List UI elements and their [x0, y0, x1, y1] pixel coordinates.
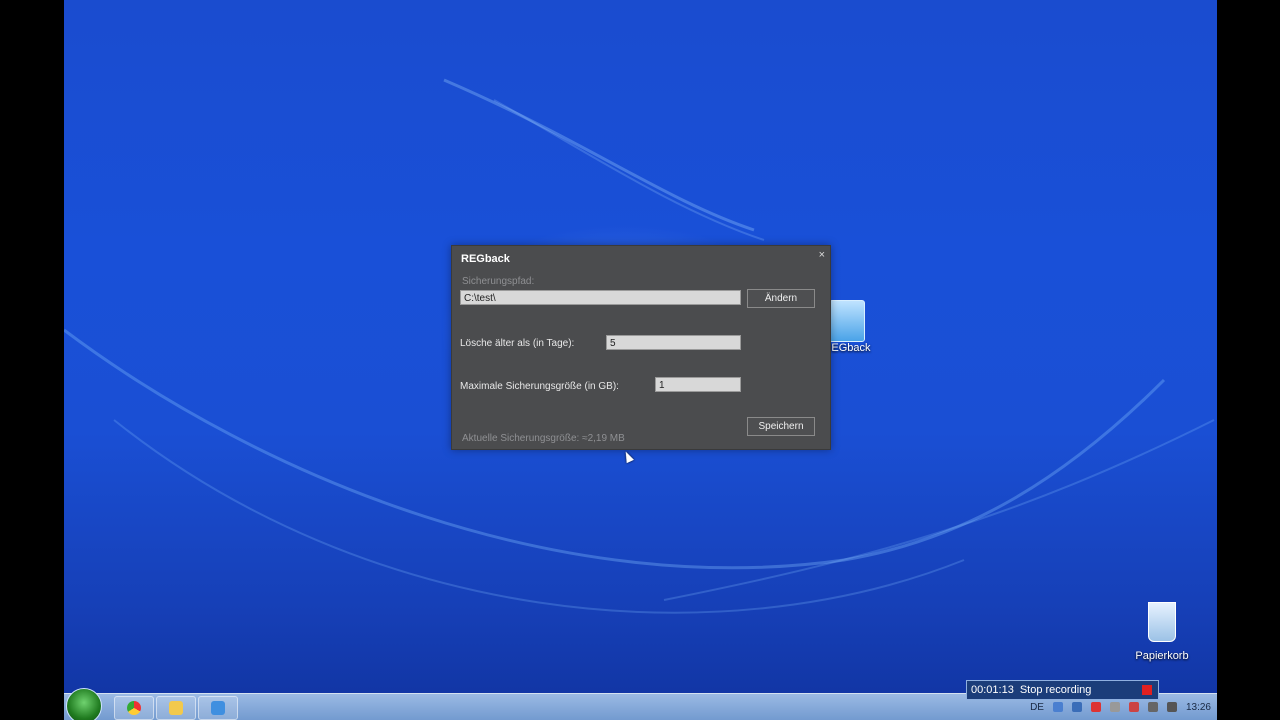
language-indicator[interactable]: DE [1030, 702, 1044, 713]
tray-volume-icon[interactable] [1166, 702, 1177, 712]
delete-older-days-field[interactable]: 5 [606, 335, 741, 350]
tray-power-icon[interactable] [1147, 702, 1158, 712]
recycle-bin-icon [1148, 602, 1176, 642]
explorer-folder-icon [169, 701, 183, 715]
stop-recording-button[interactable]: Stop recording [1020, 684, 1092, 696]
tray-network-icon[interactable] [1052, 702, 1063, 712]
change-path-button[interactable]: Ändern [747, 289, 815, 308]
current-size-row: Aktuelle Sicherungsgröße: ≈2,19 MB [462, 433, 625, 444]
close-icon[interactable]: × [819, 249, 825, 261]
desktop-icon-label: Papierkorb [1135, 650, 1189, 662]
chrome-icon [127, 701, 141, 715]
backup-path-label: Sicherungspfad: [462, 276, 535, 287]
tray-tool-icon[interactable] [1109, 702, 1120, 712]
current-size-label: Aktuelle Sicherungsgröße: [462, 433, 580, 444]
recording-timer: 00:01:13 [971, 684, 1014, 696]
desktop-icon-recycle-bin[interactable]: Papierkorb [1127, 602, 1197, 662]
max-size-label: Maximale Sicherungsgröße (in GB): [460, 381, 619, 392]
clock[interactable]: 13:26 [1186, 702, 1211, 713]
save-button[interactable]: Speichern [747, 417, 815, 436]
regback-app-icon [829, 300, 865, 342]
stop-square-icon[interactable] [1142, 685, 1152, 695]
backup-path-field[interactable]: C:\test\ [460, 290, 741, 305]
chrome-taskbar-button[interactable] [114, 696, 154, 720]
tray-flag-icon[interactable] [1128, 702, 1139, 712]
regback-dialog: REGback × Sicherungspfad: C:\test\ Änder… [451, 245, 831, 450]
start-button[interactable] [66, 688, 102, 720]
max-size-field[interactable]: 1 [655, 377, 741, 392]
current-size-value: ≈2,19 MB [582, 433, 625, 444]
dialog-title: REGback [461, 253, 510, 265]
regback-taskbar-button[interactable] [198, 696, 238, 720]
recording-widget: 00:01:13 Stop recording [966, 680, 1159, 700]
explorer-taskbar-button[interactable] [156, 696, 196, 720]
tray-app-icon[interactable] [1071, 702, 1082, 712]
delete-older-label: Lösche älter als (in Tage): [460, 338, 575, 349]
tray-red-icon[interactable] [1090, 702, 1101, 712]
regback-taskbar-icon [211, 701, 225, 715]
